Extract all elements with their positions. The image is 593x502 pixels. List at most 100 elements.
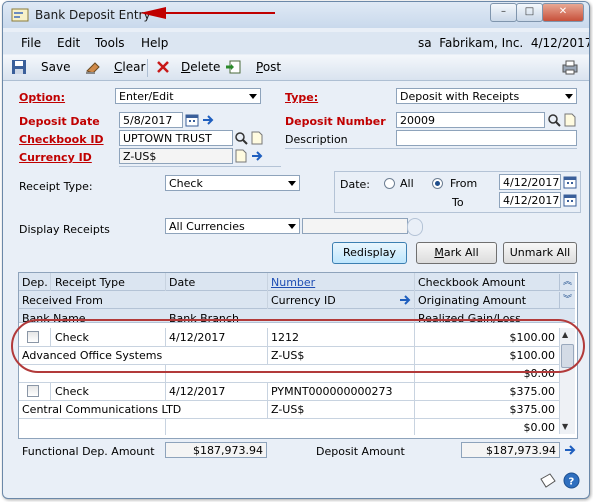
expand-arrow-icon[interactable] bbox=[398, 293, 412, 307]
minimize-icon[interactable]: – bbox=[490, 3, 517, 22]
note-icon[interactable] bbox=[563, 113, 577, 127]
save-icon[interactable] bbox=[11, 59, 27, 75]
date-all-label: All bbox=[400, 177, 414, 190]
delete-icon[interactable] bbox=[155, 59, 171, 75]
functional-dep-amount-label: Functional Dep. Amount bbox=[22, 445, 155, 458]
column-divider bbox=[50, 273, 51, 291]
unmark-all-button[interactable]: Unmark All bbox=[503, 242, 577, 264]
deposit-number-label: Deposit Number bbox=[285, 115, 386, 128]
expand-arrow-icon[interactable] bbox=[250, 149, 264, 163]
row-received-from: Central Communications LTD bbox=[22, 403, 182, 416]
lookup-circle-icon bbox=[407, 218, 423, 236]
menu-edit[interactable]: Edit bbox=[57, 36, 80, 50]
option-label: Option: bbox=[19, 91, 66, 104]
column-divider bbox=[267, 273, 268, 291]
delete-button[interactable]: Delete bbox=[181, 60, 220, 74]
type-value: Deposit with Receipts bbox=[400, 90, 520, 103]
clear-button[interactable]: Clear bbox=[114, 60, 145, 74]
expand-arrow-icon[interactable] bbox=[201, 113, 215, 127]
post-icon[interactable] bbox=[225, 59, 241, 75]
mark-all-button[interactable]: Mark All bbox=[416, 242, 497, 264]
date-from-label: From bbox=[450, 177, 478, 190]
type-label: Type: bbox=[285, 91, 319, 104]
field-divider bbox=[285, 148, 577, 167]
close-icon[interactable]: ✕ bbox=[542, 3, 584, 22]
scroll-down-icon[interactable]: ▼ bbox=[562, 422, 568, 431]
bank-deposit-entry-window: Bank Deposit Entry – □ ✕ File Edit Tools… bbox=[2, 1, 590, 499]
col-number-header[interactable]: Number bbox=[271, 276, 315, 289]
row-originating-amount: $375.00 bbox=[509, 403, 556, 416]
deposit-amount-label: Deposit Amount bbox=[316, 445, 405, 458]
column-divider bbox=[165, 273, 166, 291]
annotation-arrow-line bbox=[165, 12, 275, 14]
help-icon[interactable]: ? bbox=[563, 472, 580, 489]
date-from-field[interactable]: 4/12/2017 bbox=[499, 174, 561, 190]
receipt-type-label: Receipt Type: bbox=[19, 180, 93, 193]
display-receipts-extra-field bbox=[302, 218, 408, 234]
receipt-type-dropdown[interactable]: Check bbox=[165, 175, 300, 191]
checkbook-id-label: Checkbook ID bbox=[19, 133, 104, 146]
deposit-number-field[interactable]: 20009 bbox=[396, 112, 545, 128]
currency-id-field: Z-US$ bbox=[119, 148, 233, 164]
col-date-header: Date bbox=[169, 276, 196, 289]
currency-id-label: Currency ID bbox=[19, 151, 92, 164]
col-checkbook-amount-header: Checkbook Amount bbox=[418, 276, 526, 289]
calendar-icon[interactable] bbox=[563, 193, 577, 207]
option-value: Enter/Edit bbox=[119, 90, 174, 103]
chevron-down-icon bbox=[288, 224, 296, 229]
col-currency-id-header: Currency ID bbox=[271, 294, 336, 307]
menu-tools[interactable]: Tools bbox=[95, 36, 125, 50]
option-dropdown[interactable]: Enter/Edit bbox=[115, 88, 261, 104]
date-all-radio[interactable] bbox=[384, 178, 395, 189]
chevron-down-icon bbox=[565, 94, 573, 99]
app-icon bbox=[11, 8, 29, 22]
row-realized: $0.00 bbox=[523, 421, 556, 434]
checkbook-id-field[interactable]: UPTOWN TRUST bbox=[119, 130, 233, 146]
expand-arrow-icon[interactable] bbox=[563, 443, 577, 457]
display-receipts-label: Display Receipts bbox=[19, 223, 110, 236]
display-receipts-dropdown[interactable]: All Currencies bbox=[165, 218, 300, 234]
row-divider bbox=[19, 418, 559, 419]
menu-help[interactable]: Help bbox=[141, 36, 168, 50]
redisplay-button[interactable]: Redisplay bbox=[332, 242, 407, 264]
col-dep-header: Dep. bbox=[22, 276, 48, 289]
calendar-icon[interactable] bbox=[563, 175, 577, 189]
note-icon[interactable] bbox=[250, 131, 264, 145]
toolbar-separator bbox=[147, 59, 148, 77]
row-divider bbox=[19, 382, 559, 383]
type-dropdown[interactable]: Deposit with Receipts bbox=[396, 88, 577, 104]
print-icon[interactable] bbox=[562, 59, 578, 75]
annotation-oval bbox=[11, 319, 585, 373]
row-currency: Z-US$ bbox=[271, 403, 305, 416]
date-to-field[interactable]: 4/12/2017 bbox=[499, 192, 561, 208]
scroll-down-icon[interactable]: ︾ bbox=[559, 292, 575, 308]
lookup-icon[interactable] bbox=[234, 131, 248, 145]
menu-file[interactable]: File bbox=[21, 36, 41, 50]
svg-text:?: ? bbox=[569, 477, 575, 488]
post-button[interactable]: Post bbox=[256, 60, 281, 74]
note-icon[interactable] bbox=[539, 473, 557, 489]
deposit-date-label: Deposit Date bbox=[19, 115, 100, 128]
description-field[interactable] bbox=[396, 130, 577, 146]
display-receipts-value: All Currencies bbox=[169, 220, 245, 233]
save-button[interactable]: Save bbox=[41, 60, 70, 74]
field-divider bbox=[119, 166, 281, 167]
functional-dep-amount-field: $187,973.94 bbox=[165, 442, 267, 458]
receipt-type-value: Check bbox=[169, 177, 203, 190]
deposit-date-field[interactable]: 5/8/2017 bbox=[119, 112, 183, 128]
row-receipt-type: Check bbox=[55, 385, 89, 398]
note-icon[interactable] bbox=[234, 149, 248, 163]
col-receipt-type-header: Receipt Type bbox=[55, 276, 125, 289]
row-date: 4/12/2017 bbox=[169, 385, 226, 398]
date-label: Date: bbox=[340, 178, 370, 191]
deposit-amount-field: $187,973.94 bbox=[461, 442, 560, 458]
column-divider bbox=[50, 382, 51, 400]
date-from-radio[interactable] bbox=[432, 178, 443, 189]
maximize-icon[interactable]: □ bbox=[516, 3, 543, 22]
scroll-up-icon[interactable]: ︽ bbox=[559, 274, 575, 290]
deposit-checkbox[interactable] bbox=[27, 385, 39, 397]
company-info: sa Fabrikam, Inc. 4/12/2017 bbox=[418, 36, 590, 50]
lookup-icon[interactable] bbox=[547, 113, 561, 127]
clear-icon[interactable] bbox=[85, 59, 101, 75]
calendar-icon[interactable] bbox=[185, 113, 199, 127]
